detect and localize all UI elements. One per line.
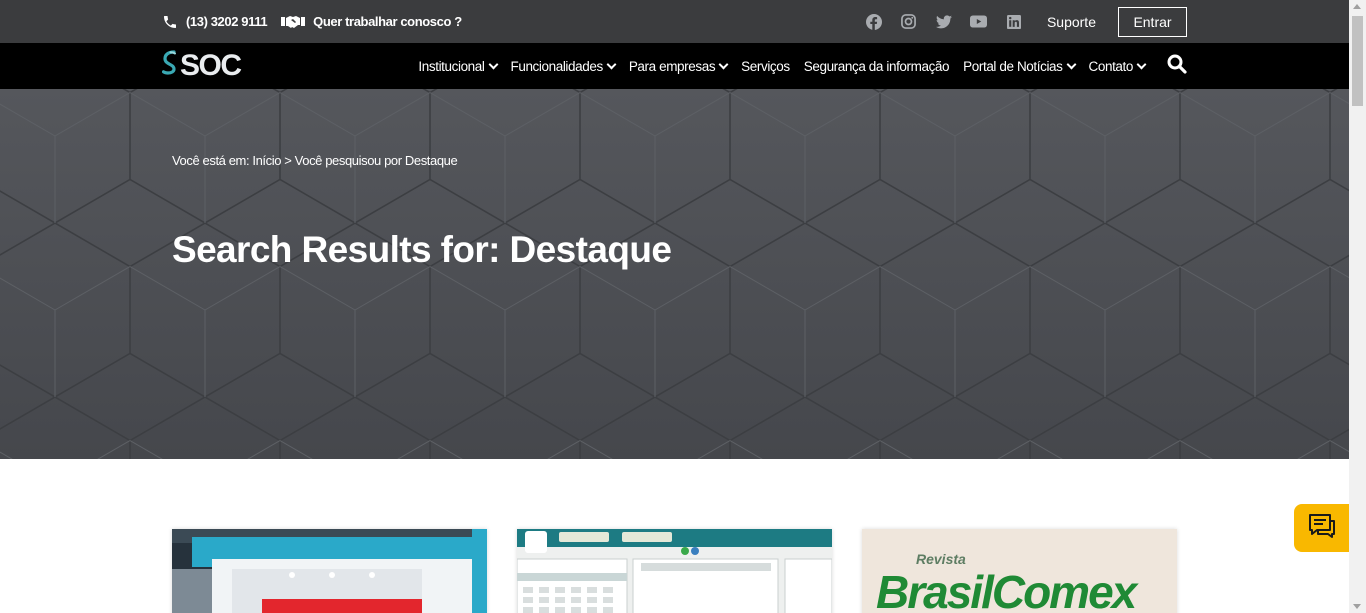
top-bar: (13) 3202 9111 Quer trabalhar conosco ? <box>0 0 1349 43</box>
login-button[interactable]: Entrar <box>1118 6 1187 37</box>
main-navigation: SOC Institucional Funcionalidades Para e… <box>0 43 1349 89</box>
chevron-down-icon <box>718 59 729 69</box>
vertical-scrollbar[interactable] <box>1349 0 1366 613</box>
result-card[interactable]: Revista BrasilComex <box>862 529 1177 613</box>
nav-item-label: Institucional <box>418 58 485 74</box>
scroll-up-arrow-icon[interactable] <box>1353 4 1361 9</box>
card-thumbnail-image <box>172 529 487 613</box>
soc-logo[interactable]: SOC <box>161 49 242 83</box>
social-links <box>865 13 1023 31</box>
logo-mark-icon <box>161 49 178 83</box>
nav-item-label: Segurança da informação <box>803 58 950 74</box>
nav-item-para-empresas[interactable]: Para empresas <box>628 58 729 74</box>
result-card[interactable] <box>172 529 487 613</box>
phone-number: (13) 3202 9111 <box>186 14 268 29</box>
phone-link[interactable]: (13) 3202 9111 <box>162 14 268 30</box>
nav-item-institucional[interactable]: Institucional <box>418 58 498 74</box>
scroll-down-arrow-icon[interactable] <box>1353 604 1361 609</box>
phone-icon <box>162 14 178 30</box>
nav-item-contato[interactable]: Contato <box>1088 58 1147 74</box>
chevron-down-icon <box>606 59 617 69</box>
nav-menu: Institucional Funcionalidades Para empre… <box>418 58 1147 74</box>
nav-item-seguranca[interactable]: Segurança da informação <box>803 58 950 74</box>
hero-banner: Você está em: Início > Você pesquisou po… <box>0 89 1349 459</box>
linkedin-icon[interactable] <box>1005 13 1023 31</box>
card-thumbnail-image <box>517 529 832 613</box>
breadcrumb: Você está em: Início > Você pesquisou po… <box>172 153 458 168</box>
chevron-down-icon <box>1066 59 1076 69</box>
nav-item-portal-noticias[interactable]: Portal de Notícias <box>963 58 1076 74</box>
scrollbar-thumb[interactable] <box>1352 16 1363 106</box>
card-magazine-title: BrasilComex <box>876 566 1137 613</box>
chevron-down-icon <box>1136 59 1147 69</box>
facebook-icon[interactable] <box>865 13 883 31</box>
nav-item-funcionalidades[interactable]: Funcionalidades <box>510 58 617 74</box>
instagram-icon[interactable] <box>900 13 918 31</box>
chat-icon <box>1307 512 1337 545</box>
nav-item-label: Para empresas <box>628 58 716 74</box>
chat-button[interactable] <box>1294 504 1349 552</box>
nav-item-label: Portal de Notícias <box>963 58 1063 74</box>
handshake-icon <box>281 14 306 30</box>
careers-label: Quer trabalhar conosco ? <box>313 14 462 29</box>
hexagon-pattern-background <box>0 89 1349 459</box>
page-title: Search Results for: Destaque <box>172 229 672 270</box>
chevron-down-icon <box>488 59 498 69</box>
nav-item-label: Serviços <box>741 58 790 74</box>
support-link[interactable]: Suporte <box>1047 14 1096 30</box>
careers-link[interactable]: Quer trabalhar conosco ? <box>281 14 462 30</box>
logo-text: SOC <box>180 49 242 82</box>
search-icon <box>1167 54 1187 79</box>
search-button[interactable] <box>1167 54 1187 79</box>
result-card[interactable] <box>517 529 832 613</box>
twitter-icon[interactable] <box>935 13 953 31</box>
results-grid: Revista BrasilComex <box>172 529 1177 613</box>
nav-item-servicos[interactable]: Serviços <box>741 59 790 74</box>
page: (13) 3202 9111 Quer trabalhar conosco ? <box>0 0 1349 613</box>
youtube-icon[interactable] <box>970 13 988 31</box>
nav-item-label: Contato <box>1088 58 1134 74</box>
nav-item-label: Funcionalidades <box>510 58 604 74</box>
